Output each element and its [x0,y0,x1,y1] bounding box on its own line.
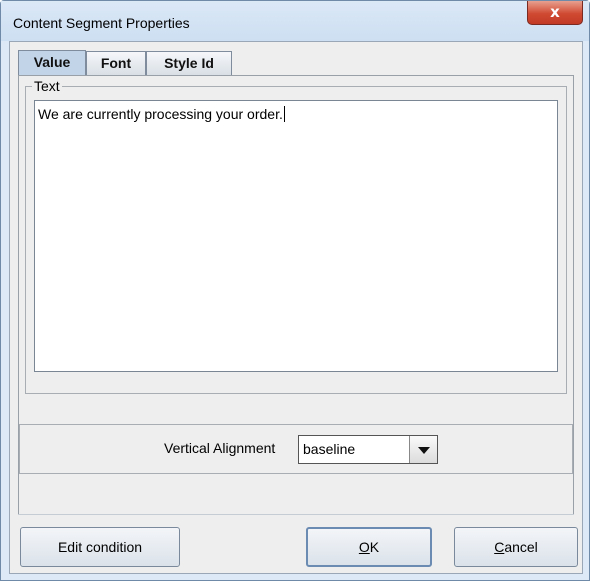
chevron-down-icon [418,447,430,454]
vertical-alignment-label: Vertical Alignment [164,440,276,456]
text-input-value: We are currently processing your order. [38,106,283,122]
window-title: Content Segment Properties [13,15,190,31]
close-icon: x [550,3,560,21]
tab-value[interactable]: Value [18,50,86,76]
dropdown-arrow-button[interactable] [409,436,437,463]
title-bar[interactable]: Content Segment Properties x [1,1,589,41]
tab-style-id[interactable]: Style Id [146,51,232,75]
text-group-label: Text [32,78,62,94]
tab-font[interactable]: Font [86,51,146,75]
vertical-alignment-select[interactable]: baseline [298,435,438,464]
text-caret [283,106,285,122]
text-input[interactable]: We are currently processing your order. [34,100,558,372]
ok-label-rest: K [369,539,380,555]
edit-condition-button[interactable]: Edit condition [20,527,180,567]
vertical-alignment-group: Vertical Alignment baseline [19,424,573,474]
text-group: Text We are currently processing your or… [25,78,567,394]
vertical-alignment-value: baseline [303,441,356,457]
footer-separator [18,514,574,515]
cancel-mnemonic: C [494,539,505,555]
dialog-window: Content Segment Properties x Value Font … [0,0,590,581]
ok-mnemonic: O [358,539,370,555]
close-button[interactable]: x [527,1,583,25]
value-tab-panel: Text We are currently processing your or… [18,75,574,515]
dialog-content: Value Font Style Id Text We are currentl… [9,41,583,574]
ok-button[interactable]: OK [306,527,432,567]
cancel-label-rest: ancel [504,539,538,555]
cancel-button[interactable]: Cancel [454,527,578,567]
